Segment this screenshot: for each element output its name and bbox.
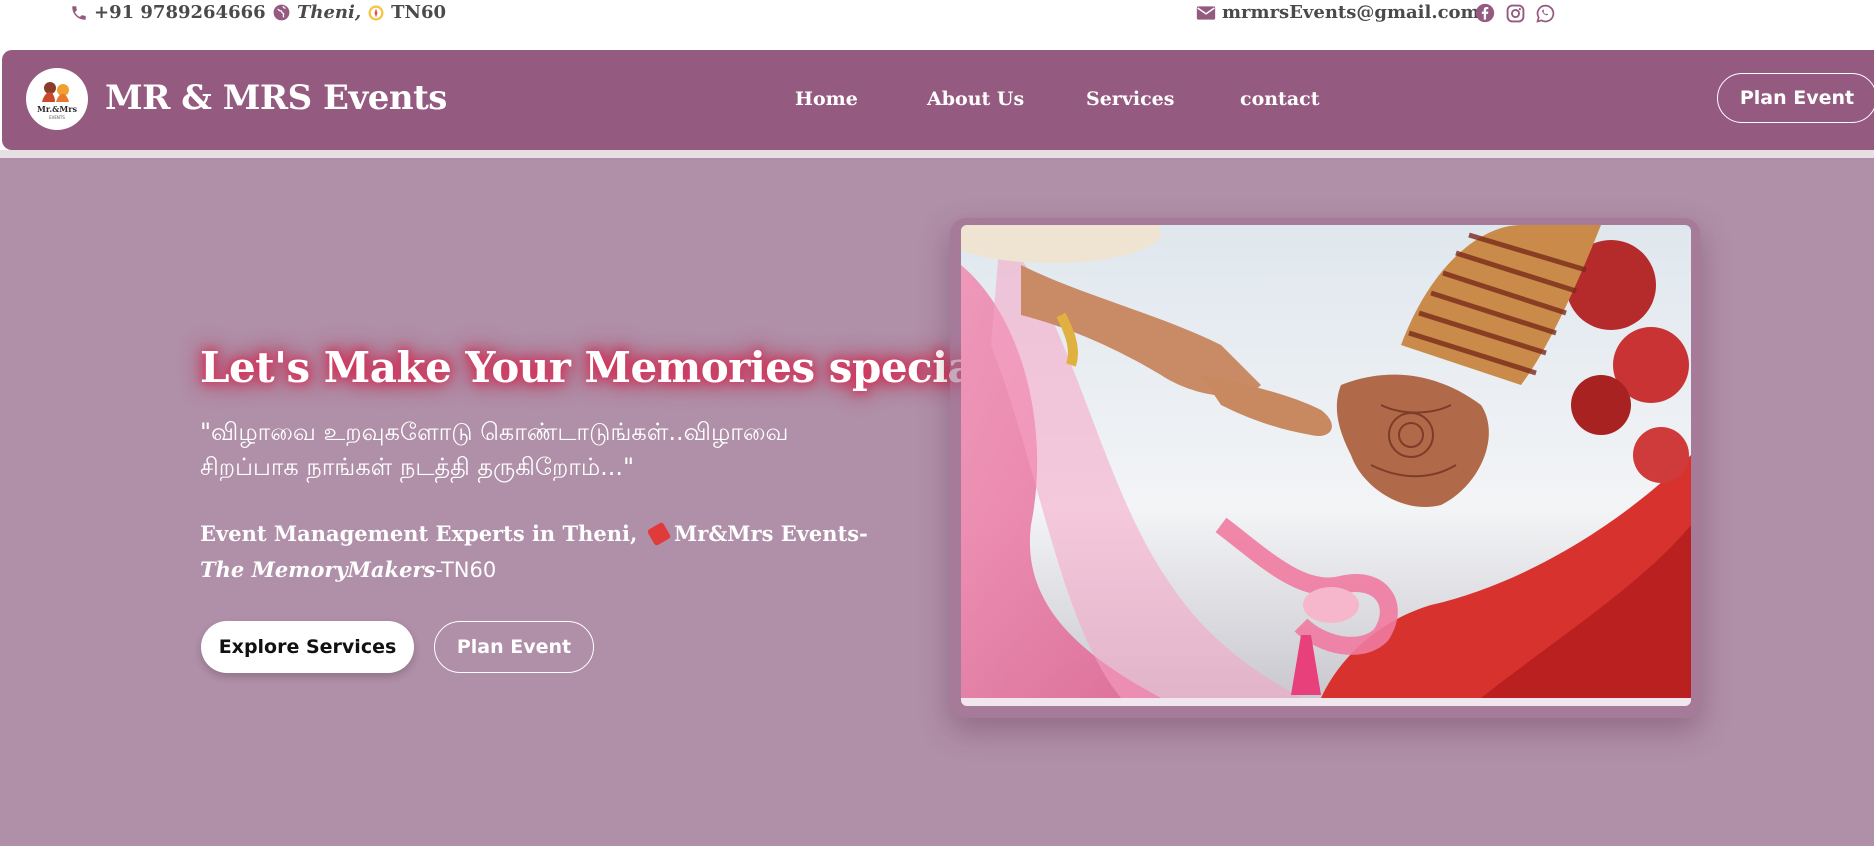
- globe-icon: [272, 3, 291, 22]
- whatsapp-icon[interactable]: [1535, 3, 1555, 23]
- tamil-line-1: "விழாவை உறவுகளோடு கொண்டாடுங்கள்..விழாவை: [200, 418, 789, 446]
- main-navbar: Mr.&Mrs EVENTS MR & MRS Events Home Abou…: [2, 50, 1874, 150]
- brand-logo-image: Mr.&Mrs EVENTS: [29, 71, 85, 127]
- hero-title: Let's Make Your Memories special ..: [200, 343, 1033, 392]
- nav-divider: [0, 150, 1874, 158]
- location-city: Theni,: [297, 2, 362, 23]
- phone-contact[interactable]: +91 9789264666: [70, 2, 266, 23]
- subtitle-script: The MemoryMakers: [200, 557, 436, 582]
- svg-text:Mr.&Mrs: Mr.&Mrs: [37, 104, 77, 114]
- tamil-line-2: சிறப்பாக நாங்கள் நடத்தி தருகிறோம்...": [200, 453, 635, 481]
- subtitle-brand: Mr&Mrs Events-: [674, 521, 868, 546]
- nav-link-contact[interactable]: contact: [1240, 88, 1320, 110]
- location-code: TN60: [391, 2, 447, 23]
- plan-event-hero-button[interactable]: Plan Event: [434, 621, 594, 673]
- hero-section: Let's Make Your Memories special .. "விழ…: [0, 158, 1874, 846]
- email-contact[interactable]: mrmrsEvents@gmail.com: [1196, 2, 1480, 23]
- subtitle-experts: Event Management Experts in Theni,: [200, 521, 638, 546]
- brand-logo[interactable]: Mr.&Mrs EVENTS: [26, 68, 88, 130]
- hero-tamil-tagline: "விழாவை உறவுகளோடு கொண்டாடுங்கள்..விழாவை …: [200, 415, 900, 485]
- phone-number: +91 9789264666: [94, 2, 266, 23]
- image-card-footer: [961, 698, 1691, 706]
- brand-name[interactable]: MR & MRS Events: [105, 78, 447, 118]
- ticket-icon: [646, 521, 672, 547]
- explore-services-button[interactable]: Explore Services: [201, 621, 414, 673]
- instagram-icon[interactable]: [1505, 3, 1525, 23]
- nav-link-services[interactable]: Services: [1086, 88, 1174, 110]
- facebook-icon[interactable]: [1475, 3, 1495, 23]
- nav-link-home[interactable]: Home: [795, 88, 858, 110]
- email-address: mrmrsEvents@gmail.com: [1222, 2, 1480, 23]
- plan-event-nav-button[interactable]: Plan Event: [1717, 73, 1874, 123]
- hero-subtitle: Event Management Experts in Theni, Mr&Mr…: [200, 516, 900, 588]
- hero-wedding-image: [961, 225, 1691, 698]
- location-info: Theni, TN60: [272, 2, 446, 23]
- compass-icon: [367, 4, 385, 22]
- top-contact-bar: +91 9789264666 Theni, TN60 mrmrsEvents@g…: [0, 0, 1874, 30]
- subtitle-tail: -TN60: [435, 558, 497, 582]
- svg-text:EVENTS: EVENTS: [49, 115, 65, 120]
- social-links: [1475, 3, 1555, 23]
- nav-link-about[interactable]: About Us: [927, 88, 1024, 110]
- phone-icon: [70, 4, 88, 22]
- envelope-icon: [1196, 5, 1216, 21]
